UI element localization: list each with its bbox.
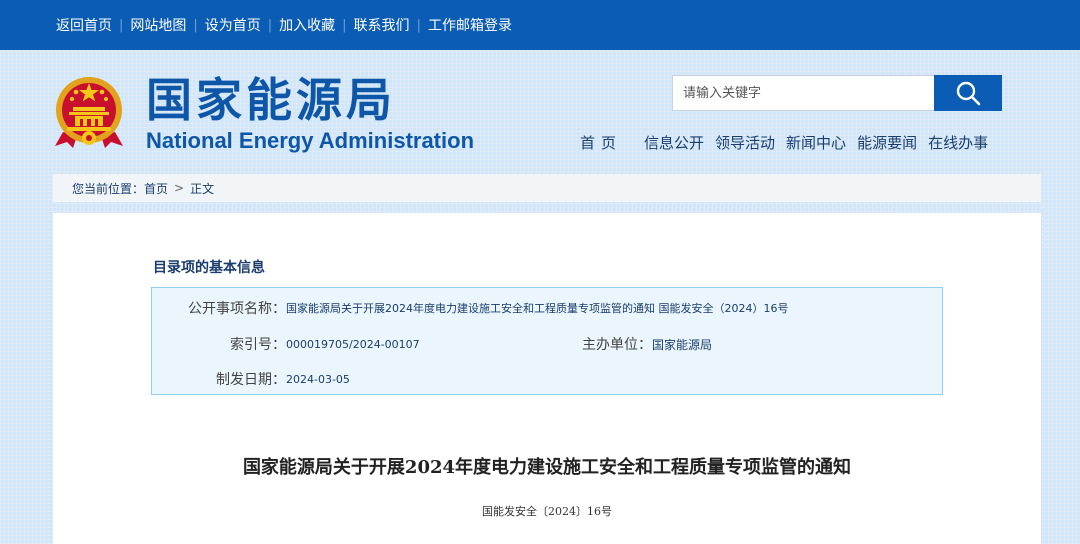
article-title: 国家能源局关于开展2024年度电力建设施工安全和工程质量专项监管的通知 — [242, 457, 852, 478]
nav-home[interactable]: 首页 — [580, 132, 622, 153]
search-button[interactable] — [934, 75, 1002, 111]
date-value: 2024-03-05 — [286, 372, 350, 386]
index-label: 索引号： — [230, 337, 286, 353]
divider: | — [342, 17, 347, 33]
link-home[interactable]: 返回首页 — [56, 15, 112, 35]
link-work-email-login[interactable]: 工作邮箱登录 — [428, 15, 512, 35]
search-bar — [672, 75, 1002, 111]
divider: | — [416, 17, 421, 33]
top-utility-bar: 返回首页 | 网站地图 | 设为首页 | 加入收藏 | 联系我们 | 工作邮箱登… — [0, 0, 1080, 50]
nav-leadership-activities[interactable]: 领导活动 — [715, 132, 775, 153]
divider: | — [193, 17, 198, 33]
date-label: 制发日期： — [216, 372, 286, 388]
unit-value: 国家能源局 — [652, 337, 713, 352]
index-value: 000019705/2024-00107 — [286, 337, 420, 351]
unit-label: 主办单位： — [582, 337, 652, 353]
name-label: 公开事项名称： — [188, 301, 286, 317]
link-add-favorite[interactable]: 加入收藏 — [279, 15, 335, 35]
divider: | — [267, 17, 273, 33]
document-number: 国能发安全〔2024〕16号 — [482, 505, 612, 518]
nav-online-services[interactable]: 在线办事 — [928, 132, 988, 153]
nav-energy-news[interactable]: 能源要闻 — [857, 132, 917, 153]
link-contact[interactable]: 联系我们 — [354, 15, 410, 35]
breadcrumb: 您当前位置： 首页 > 正文 — [53, 174, 1041, 202]
national-emblem-icon[interactable] — [53, 74, 125, 150]
divider: | — [119, 17, 124, 33]
site-header: 国家能源局 National Energy Administration 首页 … — [0, 50, 1080, 174]
breadcrumb-current: 正文 — [190, 181, 215, 196]
main-nav: 首页 信息公开 领导活动 新闻中心 能源要闻 在线办事 — [580, 130, 999, 154]
breadcrumb-home[interactable]: 首页 — [144, 180, 168, 197]
name-value: 国家能源局关于开展2024年度电力建设施工安全和工程质量专项监管的通知 国能发安… — [286, 302, 789, 315]
link-sitemap[interactable]: 网站地图 — [130, 15, 186, 35]
site-logo-chinese[interactable]: 国家能源局 — [146, 72, 396, 128]
breadcrumb-separator: > — [174, 181, 185, 195]
site-logo-english[interactable]: National Energy Administration — [146, 128, 474, 154]
info-section-title: 目录项的基本信息 — [153, 260, 265, 276]
link-set-homepage[interactable]: 设为首页 — [205, 15, 261, 35]
search-input[interactable] — [672, 75, 934, 111]
search-icon — [956, 81, 981, 106]
info-box: 公开事项名称： 国家能源局关于开展2024年度电力建设施工安全和工程质量专项监管… — [151, 287, 943, 395]
breadcrumb-prefix: 您当前位置： — [72, 181, 145, 196]
nav-info-disclosure[interactable]: 信息公开 — [644, 132, 704, 153]
main-content: 目录项的基本信息 公开事项名称： 国家能源局关于开展2024年度电力建设施工安全… — [53, 213, 1041, 544]
nav-news-center[interactable]: 新闻中心 — [786, 132, 846, 153]
